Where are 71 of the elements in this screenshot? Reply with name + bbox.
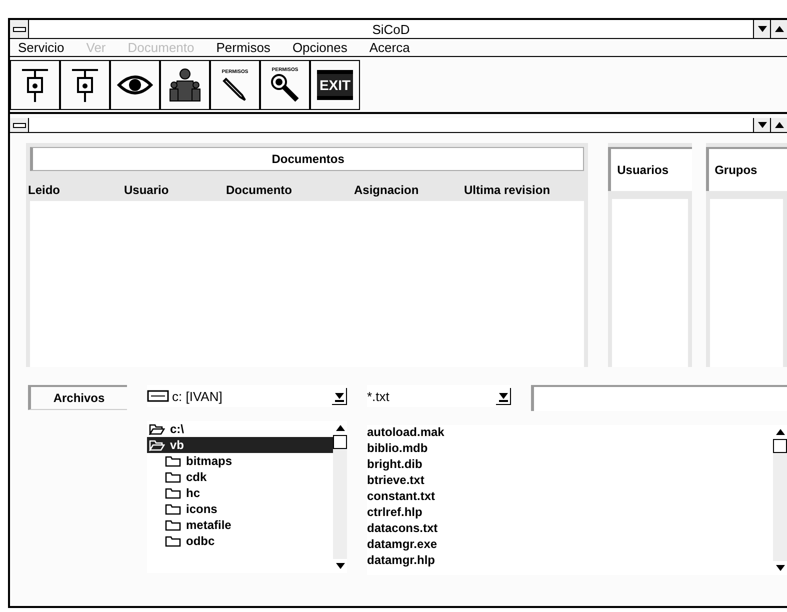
scroll-thumb[interactable]	[773, 439, 787, 453]
panel-label: Archivos	[28, 385, 127, 410]
toolbar-button[interactable]	[160, 60, 210, 110]
pencil-icon	[222, 75, 248, 101]
column-header[interactable]: Leido	[28, 183, 124, 197]
folder-icon	[165, 487, 181, 499]
column-header[interactable]: Asignacion	[354, 183, 464, 197]
menu-item[interactable]: Servicio	[18, 40, 64, 55]
folder-item[interactable]: vb	[147, 437, 333, 453]
folder-item[interactable]: metafile	[147, 517, 333, 533]
input-field[interactable]	[531, 385, 787, 411]
menu-item[interactable]: Permisos	[216, 40, 270, 55]
folder-icon	[149, 439, 165, 451]
file-type-dropdown[interactable]: *.txt	[367, 385, 511, 407]
system-menu-button[interactable]	[10, 20, 29, 38]
maximize-button[interactable]	[770, 20, 787, 38]
folder-icon	[165, 519, 181, 531]
plug-icon	[20, 66, 50, 104]
column-header[interactable]: Ultima revision	[464, 183, 550, 197]
caret-down-icon	[758, 26, 766, 32]
folder-item[interactable]: cdk	[147, 469, 333, 485]
caret-up-icon	[774, 122, 784, 128]
folder-icon	[165, 535, 181, 547]
folder-item[interactable]: c:\	[147, 421, 333, 437]
folder-icon	[165, 471, 181, 483]
caret-up-icon	[336, 425, 344, 431]
file-item[interactable]: autoload.mak	[367, 425, 773, 441]
folder-icon	[149, 423, 165, 435]
file-item[interactable]: datamgr.hlp	[367, 553, 773, 569]
file-item[interactable]: btrieve.txt	[367, 473, 773, 489]
window-title: SiCoD	[371, 22, 411, 36]
system-menu-button[interactable]	[10, 118, 29, 132]
exit-sign: EXIT	[317, 70, 353, 100]
column-header[interactable]: Usuario	[124, 183, 226, 197]
caret-down-icon	[758, 122, 766, 128]
column-header[interactable]: Documento	[226, 183, 354, 197]
minimize-button[interactable]	[753, 118, 770, 132]
folder-item[interactable]: icons	[147, 501, 333, 517]
menu-item[interactable]: Opciones	[292, 40, 348, 55]
panel-header[interactable]: Usuarios	[608, 147, 692, 191]
caret-down-icon	[336, 563, 344, 569]
caret-down-icon	[776, 565, 784, 571]
drive-icon	[147, 390, 169, 402]
people-icon	[168, 67, 202, 103]
panel-header: Documentos	[30, 147, 584, 171]
file-list[interactable]: autoload.mak biblio.mdb bright.dib btrieve.txt constant.txt ctrlref.hlp datacons.txt datamgr.exe datamgr.hlp	[367, 425, 787, 575]
caret-up-icon	[774, 26, 784, 32]
file-item[interactable]: biblio.mdb	[367, 441, 773, 457]
toolbar-button[interactable]	[10, 60, 60, 110]
file-item[interactable]: datamgr.exe	[367, 537, 773, 553]
toolbar-button[interactable]	[60, 60, 110, 110]
file-item[interactable]: datacons.txt	[367, 521, 773, 537]
toolbar-button[interactable]	[110, 60, 160, 110]
file-item[interactable]: bright.dib	[367, 457, 773, 473]
toolbar-button[interactable]: EXIT	[310, 60, 360, 110]
file-item[interactable]: ctrlref.hlp	[367, 505, 773, 521]
folder-item[interactable]: hc	[147, 485, 333, 501]
scroll-thumb[interactable]	[333, 435, 347, 449]
folder-item[interactable]: bitmaps	[147, 453, 333, 469]
menu-item[interactable]: Acerca	[369, 40, 410, 55]
drive-dropdown[interactable]: c: [IVAN]	[147, 385, 347, 407]
minimize-button[interactable]	[753, 20, 770, 38]
folder-item[interactable]: odbc	[147, 533, 333, 549]
maximize-button[interactable]	[770, 118, 787, 132]
plug-icon	[70, 66, 100, 104]
caret-up-icon	[776, 429, 784, 435]
folder-icon	[165, 455, 181, 467]
panel-header[interactable]: Grupos	[706, 147, 787, 191]
directory-list[interactable]: c:\ vb bitmaps cdk hc icons metafile odbc	[147, 421, 347, 573]
folder-icon	[165, 503, 181, 515]
file-item[interactable]: constant.txt	[367, 489, 773, 505]
